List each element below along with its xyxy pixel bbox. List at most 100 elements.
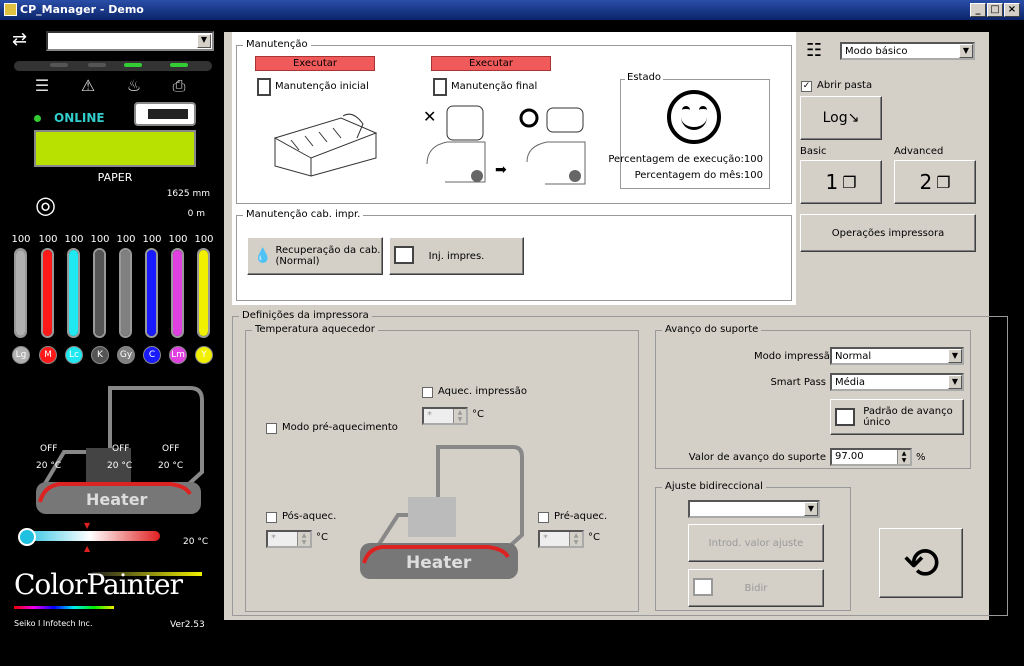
heater-zone-temp: 20 °C <box>107 461 133 471</box>
title-bar: CP_Manager - Demo _ □ × <box>0 0 1024 20</box>
bidir-button[interactable]: Bidir <box>688 569 824 607</box>
online-status: ONLINE <box>54 111 105 125</box>
chevron-down-icon[interactable]: ▼ <box>804 502 818 516</box>
media-label: PAPER <box>97 171 133 184</box>
ink-percentage: 100 <box>64 234 84 245</box>
chevron-down-icon[interactable]: ▼ <box>948 349 962 363</box>
ink-stack-icon: ☰ <box>34 76 50 95</box>
group-title: Avanço do suporte <box>662 324 762 335</box>
ink-color-label: K <box>91 346 109 364</box>
pre-heater-checkbox[interactable] <box>538 512 549 523</box>
month-percentage: Percentagem do mês:100 <box>634 170 763 181</box>
basic-settings-button[interactable]: 1 ❐ <box>800 160 882 204</box>
chevron-down-icon[interactable]: ▼ <box>948 375 962 389</box>
head-recovery-button[interactable]: 💧 Recuperação da cab. (Normal) <box>247 237 383 275</box>
heater-label: Heater <box>406 553 472 573</box>
post-heater-spinner[interactable]: * ▲ ▼ <box>266 530 312 548</box>
pre-heater-spinner[interactable]: * ▲ ▼ <box>538 530 584 548</box>
ink-level-bar <box>197 248 210 338</box>
switch-printer-icon[interactable]: ⇄ <box>12 29 38 50</box>
execution-percentage: Percentagem de execução:100 <box>608 154 763 165</box>
heater-zone-temp: 20 °C <box>36 461 62 471</box>
app-icon <box>4 3 17 16</box>
ink-percentage: 100 <box>194 234 214 245</box>
document-icon <box>433 78 447 96</box>
ink-level-bar <box>67 248 80 338</box>
state-title: Estado <box>625 72 664 83</box>
smart-pass-label: Smart Pass <box>770 377 826 388</box>
execute-final-button[interactable]: Executar <box>431 56 551 71</box>
status-led <box>88 63 106 67</box>
printer-icon <box>394 246 414 264</box>
percent-label: % <box>916 452 926 463</box>
basic-label: Basic <box>800 146 827 157</box>
initial-maint-label: Manutenção inicial <box>275 81 369 92</box>
maintenance-group: Manutenção Executar Manutenção inicial E… <box>236 39 792 204</box>
close-button[interactable]: × <box>1004 3 1020 17</box>
left-status-panel: ⇄ ▼ ☰ ⚠ ♨ ⎙ ONLINE PAPER ◎ 1625 mm 0 m 1… <box>0 20 224 666</box>
pre-heater-label: Pré-aquec. <box>554 511 608 522</box>
single-feed-pattern-button[interactable]: Padrão de avanço único <box>830 399 964 435</box>
ink-color-label: Lc <box>65 346 83 364</box>
feed-value-spinner[interactable]: 97.00 ▲ ▼ <box>830 448 912 466</box>
chevron-down-icon[interactable]: ▼ <box>197 34 211 48</box>
print-mode-select[interactable]: Normal ▼ <box>830 347 964 365</box>
status-led <box>50 63 68 67</box>
advanced-settings-button[interactable]: 2 ❐ <box>894 160 976 204</box>
unit-label: °C <box>316 532 328 543</box>
ink-level-bar <box>119 248 132 338</box>
minimize-button[interactable]: _ <box>970 3 986 17</box>
print-heater-label: Aquec. impressão <box>438 386 527 397</box>
execute-initial-button[interactable]: Executar <box>255 56 375 71</box>
media-length: 1625 mm <box>166 189 210 199</box>
document-icon <box>257 78 271 96</box>
status-led <box>170 63 188 67</box>
smiley-icon <box>667 90 721 144</box>
chevron-down-icon[interactable]: ▼ <box>959 44 973 58</box>
bidir-select[interactable]: ▼ <box>688 500 820 518</box>
window-title: CP_Manager - Demo <box>20 3 144 16</box>
smart-pass-select[interactable]: Média ▼ <box>830 373 964 391</box>
enter-adjust-value-button[interactable]: Introd. valor ajuste <box>688 524 824 562</box>
media-feed-group: Avanço do suporte Modo impressão Normal ▼… <box>655 324 971 469</box>
unit-label: °C <box>588 532 600 543</box>
print-heater-spinner[interactable]: * ▲ ▼ <box>422 407 468 425</box>
print-heater-checkbox[interactable] <box>422 387 433 398</box>
ambient-temp: 20 °C <box>183 537 209 547</box>
ink-color-label: Lm <box>169 346 187 364</box>
printer-operations-button[interactable]: Operações impressora <box>800 214 976 252</box>
copy-icon: ❐ <box>842 172 857 192</box>
heater-temp-group: Temperatura aquecedor Aquec. impressão *… <box>245 324 639 612</box>
feed-value-label: Valor de avanço do suporte <box>688 452 826 463</box>
printer-select[interactable]: ▼ <box>46 31 214 51</box>
printer-icon <box>835 408 855 426</box>
preheat-mode-checkbox[interactable] <box>266 423 277 434</box>
ink-percentage: 100 <box>168 234 188 245</box>
control-panel-icon <box>134 102 196 126</box>
ink-level-bar <box>93 248 106 338</box>
ink-color-label: Lg <box>12 346 30 364</box>
log-arrow-icon: ↘ <box>847 110 860 126</box>
group-title: Manutenção cab. impr. <box>243 209 364 220</box>
ink-level-bar <box>171 248 184 338</box>
mode-select[interactable]: Modo básico ▼ <box>840 42 975 60</box>
warning-icon: ⚠ <box>80 76 96 95</box>
brand-name: ColorPainter <box>14 568 183 601</box>
ink-color-label: M <box>39 346 57 364</box>
svg-text:✕: ✕ <box>423 107 436 126</box>
post-heater-checkbox[interactable] <box>266 512 277 523</box>
refresh-button[interactable]: ⟲ <box>879 528 963 598</box>
ink-percentage: 100 <box>90 234 110 245</box>
media-remaining: 0 m <box>187 209 205 219</box>
head-maintenance-group: Manutenção cab. impr. 💧 Recuperação da c… <box>236 209 792 301</box>
heater-label: Heater <box>86 490 148 509</box>
target-marker-icon: ▼ <box>84 521 91 530</box>
main-panel: Manutenção Executar Manutenção inicial E… <box>224 32 1008 620</box>
heater-zone-state: OFF <box>40 444 58 454</box>
heater-zone-temp: 20 °C <box>158 461 184 471</box>
maximize-button[interactable]: □ <box>987 3 1003 17</box>
status-led <box>124 63 142 67</box>
inject-print-button[interactable]: Inj. impres. <box>389 237 524 275</box>
log-button[interactable]: Log ↘ <box>800 96 882 140</box>
open-folder-checkbox[interactable]: ✓ <box>801 81 812 92</box>
